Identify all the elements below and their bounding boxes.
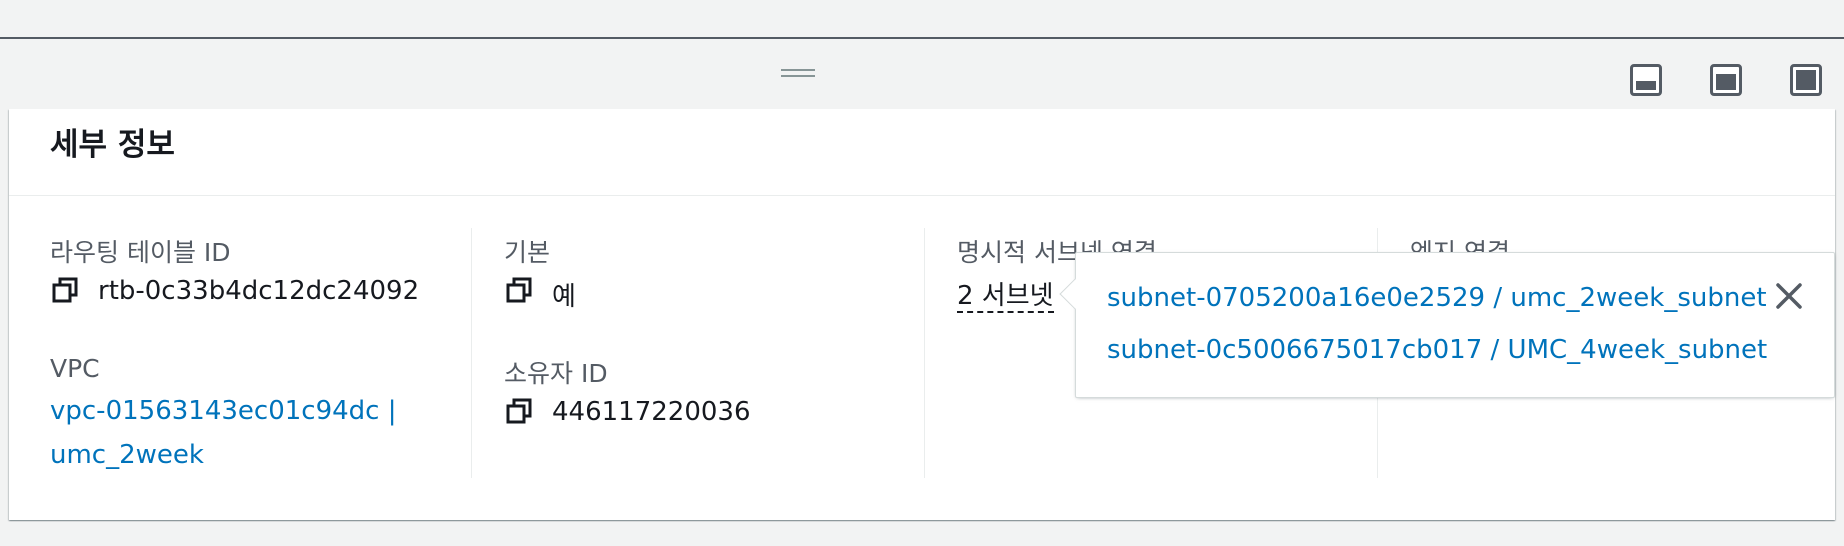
- vpc-link-line1: vpc-01563143ec01c94dc |: [50, 396, 397, 426]
- panel-header: 세부 정보: [9, 109, 1835, 196]
- copy-icon[interactable]: [505, 397, 533, 425]
- vpc-link[interactable]: vpc-01563143ec01c94dc | umc_2week: [50, 389, 396, 477]
- subnets-popover: subnet-0705200a16e0e2529 / umc_2week_sub…: [1059, 252, 1835, 398]
- copy-icon[interactable]: [505, 276, 533, 304]
- explicit-subnets-value[interactable]: 2 서브넷: [957, 281, 1054, 313]
- subnet-link[interactable]: subnet-0c5006675017cb017 / UMC_4week_sub…: [1107, 335, 1767, 365]
- column-divider: [471, 228, 472, 478]
- split-full-button[interactable]: [1790, 64, 1822, 96]
- subnet-link[interactable]: subnet-0705200a16e0e2529 / umc_2week_sub…: [1107, 283, 1767, 313]
- vpc-label: VPC: [50, 354, 100, 383]
- owner-id-value: 446117220036: [552, 397, 751, 427]
- split-bottom-small-button[interactable]: [1630, 64, 1662, 96]
- vpc-link-line2: umc_2week: [50, 440, 204, 470]
- panel-title: 세부 정보: [50, 127, 175, 163]
- split-bottom-medium-button[interactable]: [1710, 64, 1742, 96]
- split-panel-header: [0, 41, 1844, 109]
- main-value: 예: [552, 282, 576, 312]
- column-divider: [924, 228, 925, 478]
- owner-id-label: 소유자 ID: [504, 359, 608, 388]
- drag-handle-icon[interactable]: [781, 69, 815, 79]
- close-icon[interactable]: [1772, 279, 1806, 313]
- top-panel-edge: [0, 0, 1844, 39]
- copy-icon[interactable]: [51, 276, 79, 304]
- route-table-id-label: 라우팅 테이블 ID: [50, 238, 231, 267]
- explicit-subnets-trigger[interactable]: 2 서브넷: [957, 275, 1054, 313]
- route-table-id-value: rtb-0c33b4dc12dc24092: [98, 276, 420, 306]
- main-label: 기본: [504, 238, 551, 267]
